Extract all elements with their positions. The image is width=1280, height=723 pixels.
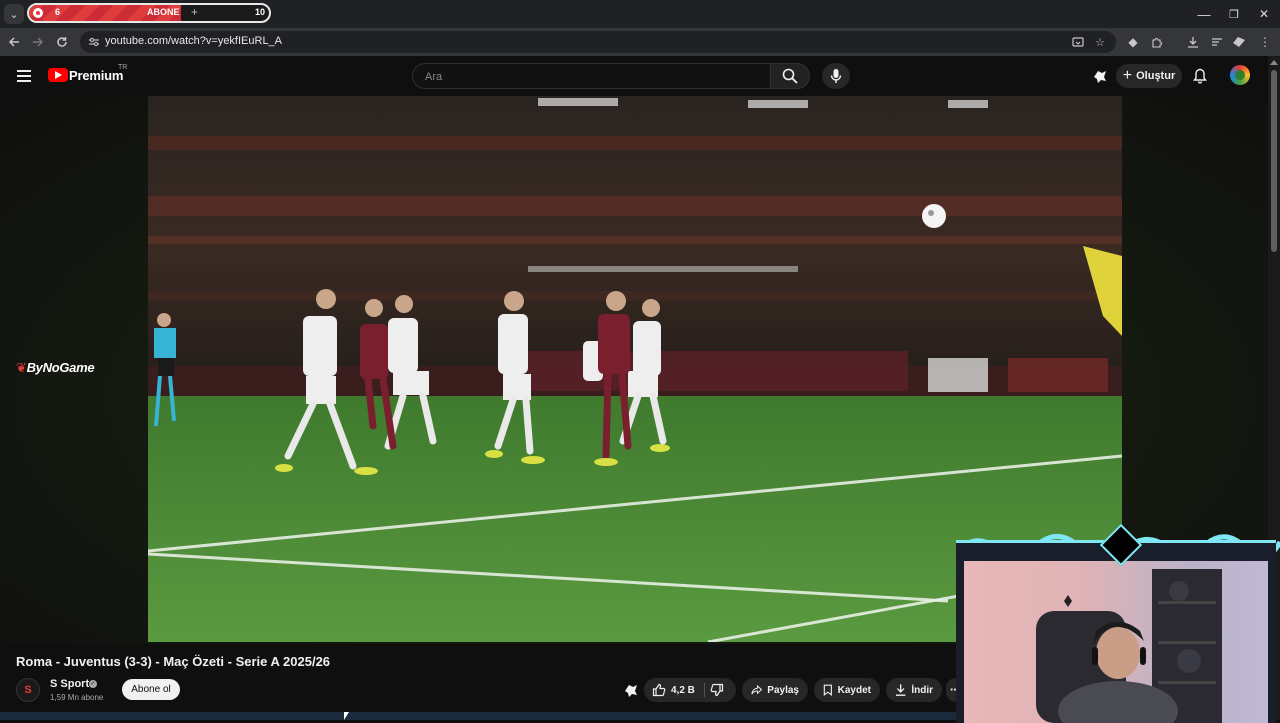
- clip-icon: [625, 685, 637, 697]
- thumbs-down-icon: [710, 683, 724, 697]
- arrow-right-icon: [33, 37, 44, 47]
- new-tab-plus-icon[interactable]: +: [191, 5, 198, 19]
- scroll-up-arrow-icon[interactable]: [1270, 60, 1278, 65]
- create-button[interactable]: + Oluştur: [1116, 64, 1182, 88]
- thumbs-up-icon: [652, 683, 666, 697]
- notifications-button[interactable]: [1190, 66, 1210, 86]
- url-text[interactable]: youtube.com/watch?v=yekfIEuRL_A: [105, 35, 282, 47]
- minimize-button[interactable]: —: [1190, 4, 1218, 24]
- clip-button[interactable]: [622, 682, 640, 698]
- search-box: [412, 63, 770, 89]
- profile-extension-icon[interactable]: [1230, 33, 1248, 51]
- reload-button[interactable]: [52, 32, 72, 52]
- channel-avatar[interactable]: S: [16, 678, 40, 702]
- tab-group-count-right: 10: [254, 7, 265, 17]
- browser-menu-icon[interactable]: ⋮: [1256, 33, 1274, 51]
- microphone-icon: [830, 69, 842, 83]
- bell-icon: [1193, 68, 1207, 84]
- guide-menu-button[interactable]: [14, 66, 34, 86]
- webcam-feed: [964, 561, 1268, 723]
- plus-icon: +: [1122, 67, 1133, 84]
- forward-button[interactable]: [28, 32, 48, 52]
- scrollbar-thumb[interactable]: [1271, 70, 1277, 252]
- youtube-favicon-icon: [33, 8, 43, 18]
- dislike-button[interactable]: [710, 678, 724, 702]
- webcam-overlay: [956, 523, 1280, 723]
- subscribe-button[interactable]: Abone ol: [122, 679, 180, 700]
- maximize-button[interactable]: ❐: [1220, 4, 1248, 24]
- subscriber-count: 1,59 Mn abone: [50, 693, 104, 702]
- watermark-text: ByNoGame: [26, 360, 95, 375]
- cast-icon[interactable]: [1070, 34, 1086, 50]
- browser-tab-strip: ⌄ 6 ABONE + 10 — ❐ ✕: [0, 0, 1280, 28]
- save-label: Kaydet: [837, 684, 871, 696]
- download-icon[interactable]: [1184, 33, 1202, 51]
- maximize-icon: ❐: [1229, 8, 1239, 21]
- tab-search-button[interactable]: ⌄: [4, 4, 24, 24]
- chevron-down-icon: ⌄: [9, 8, 19, 21]
- close-window-button[interactable]: ✕: [1250, 4, 1278, 24]
- extensions-puzzle-icon[interactable]: [1148, 33, 1166, 51]
- webcam-frame: [956, 540, 1276, 723]
- region-code: TR: [118, 64, 128, 71]
- like-count: 4,2 B: [671, 684, 695, 696]
- download-video-button[interactable]: İndir: [886, 678, 942, 702]
- flame-logo-icon: ❦: [16, 360, 27, 375]
- streamer-watermark: ❦ByNoGame: [16, 360, 95, 376]
- clip-extension-icon[interactable]: [1090, 66, 1110, 86]
- tab-group-label: ABONE: [147, 7, 180, 17]
- share-button[interactable]: Paylaş: [742, 678, 808, 702]
- like-divider: [704, 683, 705, 697]
- video-title: Roma - Juventus (3-3) - Maç Özeti - Seri…: [16, 654, 331, 669]
- verified-check-icon: ✓: [89, 680, 97, 688]
- reading-list-icon[interactable]: [1208, 33, 1226, 51]
- create-label: Oluştur: [1136, 70, 1176, 82]
- site-info-icon[interactable]: [86, 34, 102, 50]
- tab-group[interactable]: 6 ABONE + 10: [27, 3, 271, 23]
- channel-avatar-letter: S: [24, 684, 32, 696]
- like-dislike-group: 4,2 B: [644, 678, 736, 702]
- tab-group-count-left: 6: [55, 7, 61, 17]
- reload-icon: [57, 37, 67, 47]
- search-icon: [782, 68, 798, 84]
- minimize-icon: —: [1197, 6, 1211, 22]
- download-label: İndir: [911, 684, 933, 696]
- close-icon: ✕: [1258, 7, 1270, 21]
- extension-diamond-icon[interactable]: ◆: [1124, 33, 1142, 51]
- search-input[interactable]: [423, 68, 757, 86]
- voice-search-button[interactable]: [822, 63, 850, 89]
- address-bar[interactable]: youtube.com/watch?v=yekfIEuRL_A ☆: [80, 31, 1116, 53]
- hamburger-icon: [17, 70, 31, 72]
- account-avatar[interactable]: [1230, 65, 1250, 85]
- browser-toolbar: youtube.com/watch?v=yekfIEuRL_A ☆ ◆ ⋮: [0, 28, 1280, 56]
- bookmark-star-icon[interactable]: ☆: [1092, 34, 1108, 50]
- save-button[interactable]: Kaydet: [814, 678, 880, 702]
- share-arrow-icon: [751, 684, 763, 695]
- youtube-brand[interactable]: Premium: [69, 68, 123, 83]
- arrow-left-icon: [8, 37, 19, 47]
- like-button[interactable]: 4,2 B: [652, 678, 695, 702]
- download-arrow-icon: [895, 684, 906, 696]
- search-button[interactable]: [770, 63, 810, 89]
- youtube-logo-icon[interactable]: [48, 68, 68, 82]
- back-button[interactable]: [4, 32, 24, 52]
- youtube-header: Premium TR + Oluştur: [0, 56, 1268, 96]
- share-label: Paylaş: [767, 684, 799, 696]
- bookmark-icon: [823, 684, 832, 696]
- channel-name[interactable]: S Sport: [50, 678, 89, 690]
- mouse-cursor-icon: [344, 712, 349, 720]
